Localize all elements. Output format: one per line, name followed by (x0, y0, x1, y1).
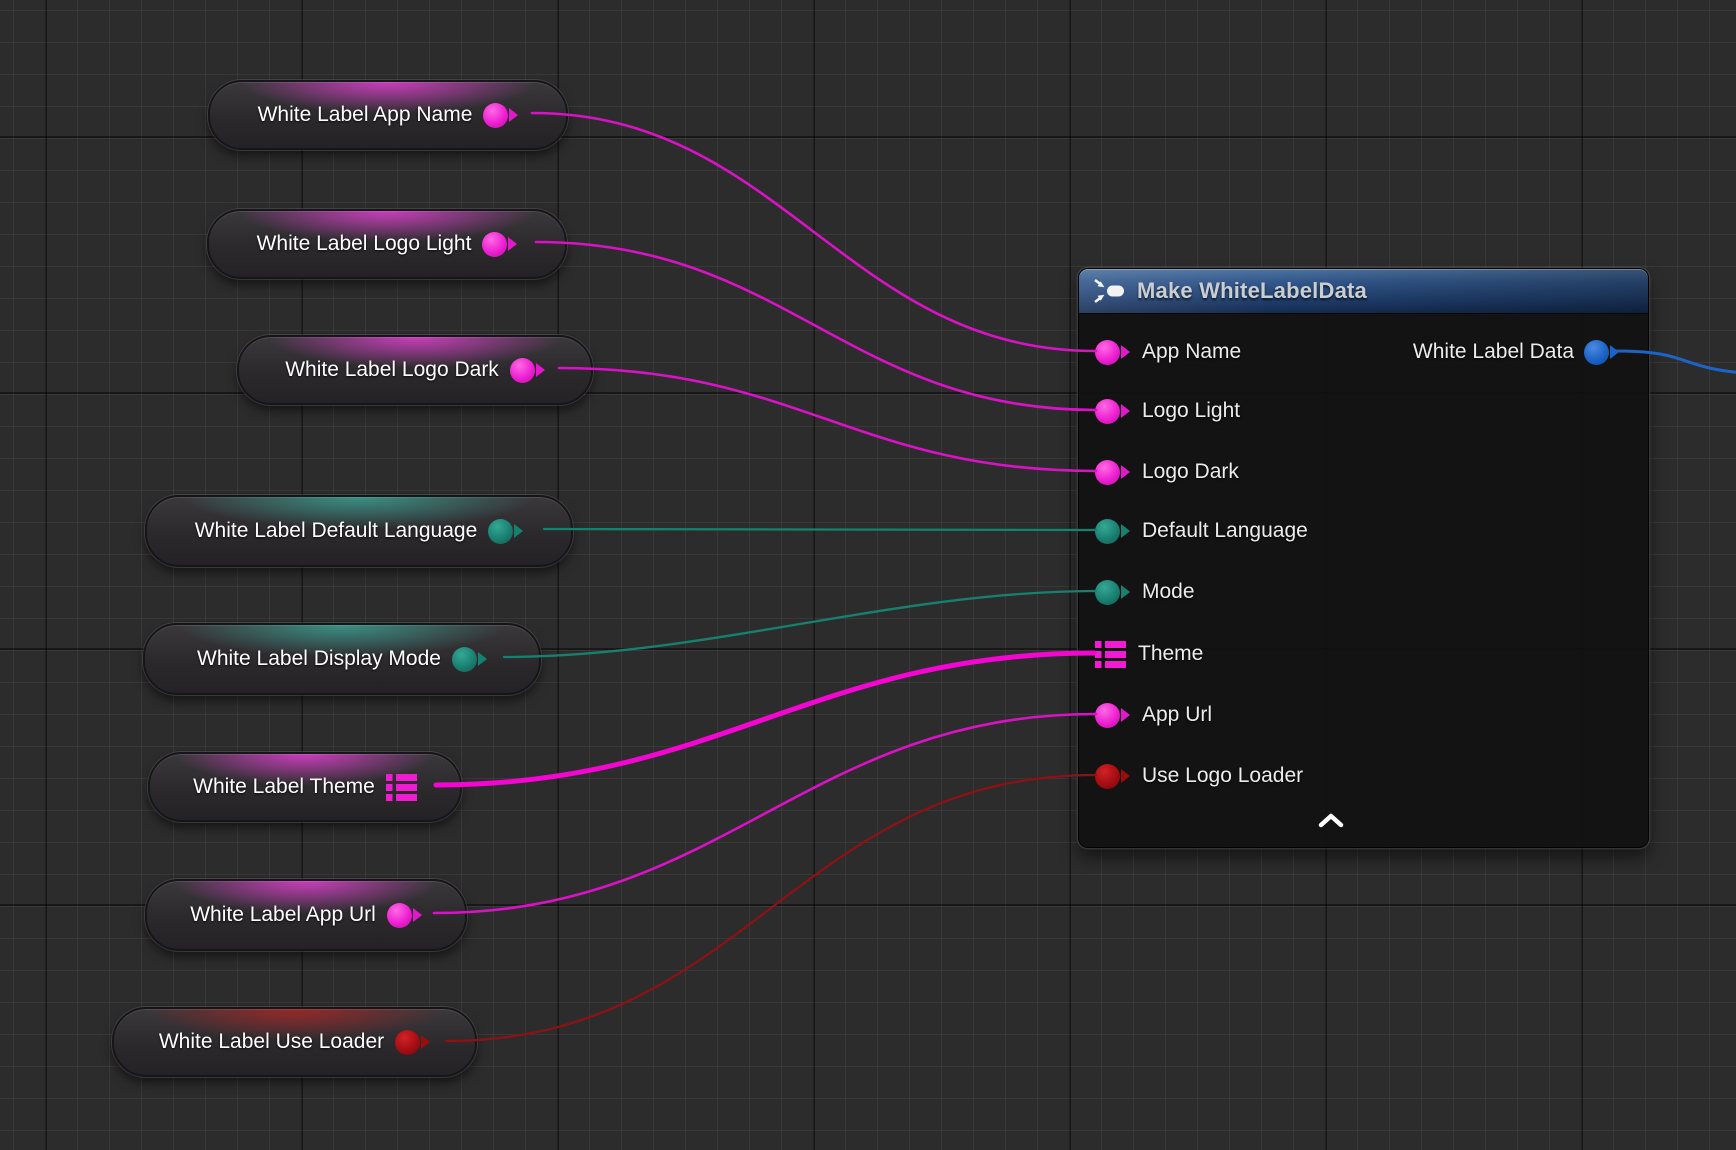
input-pin-row-theme[interactable]: Theme (1095, 640, 1203, 668)
var-node-white-label-app-name[interactable]: White Label App Name (208, 80, 568, 150)
var-node-white-label-logo-dark[interactable]: White Label Logo Dark (237, 335, 593, 405)
var-node-white-label-display-mode[interactable]: White Label Display Mode (143, 623, 541, 695)
var-node-label: White Label App Url (190, 903, 376, 927)
input-pin-row-app-name[interactable]: App Name (1095, 338, 1241, 366)
node-header[interactable]: Make WhiteLabelData (1079, 269, 1648, 313)
var-node-white-label-default-language[interactable]: White Label Default Language (145, 495, 573, 567)
enum-pin-icon[interactable] (1095, 519, 1130, 544)
struct-output-pin-icon[interactable] (1584, 340, 1619, 365)
wire-logo-light[interactable] (536, 242, 1096, 410)
var-node-label: White Label Logo Dark (285, 358, 499, 382)
input-pin-row-default-language[interactable]: Default Language (1095, 517, 1308, 545)
blueprint-graph-canvas[interactable]: Make WhiteLabelData App Name Logo Light … (0, 0, 1736, 1150)
pin-label: Logo Dark (1142, 460, 1239, 484)
string-pin-icon[interactable] (1095, 703, 1130, 728)
enum-pin-icon[interactable] (488, 519, 523, 544)
chevron-up-icon (1318, 812, 1344, 828)
struct-pin-icon[interactable] (386, 774, 417, 801)
enum-pin-icon[interactable] (1095, 580, 1130, 605)
var-node-label: White Label App Name (258, 103, 473, 127)
var-node-label: White Label Display Mode (197, 647, 441, 671)
pin-label: White Label Data (1413, 340, 1574, 364)
enum-pin-icon[interactable] (452, 647, 487, 672)
pin-label: App Name (1142, 340, 1241, 364)
input-pin-row-logo-dark[interactable]: Logo Dark (1095, 458, 1239, 486)
make-whitelabeldata-node[interactable]: Make WhiteLabelData App Name Logo Light … (1078, 268, 1649, 848)
var-node-label: White Label Default Language (195, 519, 478, 543)
struct-pin-icon[interactable] (1095, 641, 1126, 668)
boolean-pin-icon[interactable] (395, 1030, 430, 1055)
node-title: Make WhiteLabelData (1137, 278, 1367, 304)
var-node-label: White Label Theme (193, 775, 375, 799)
string-pin-icon[interactable] (1095, 399, 1130, 424)
var-node-label: White Label Logo Light (257, 232, 472, 256)
var-node-white-label-use-loader[interactable]: White Label Use Loader (112, 1007, 477, 1077)
pin-label: Theme (1138, 642, 1203, 666)
string-pin-icon[interactable] (483, 103, 518, 128)
make-struct-icon (1092, 277, 1126, 305)
pin-label: Logo Light (1142, 399, 1240, 423)
wire-use-loader[interactable] (446, 775, 1096, 1041)
string-pin-icon[interactable] (387, 903, 422, 928)
pin-label: Mode (1142, 580, 1195, 604)
input-pin-row-app-url[interactable]: App Url (1095, 701, 1212, 729)
var-node-white-label-theme[interactable]: White Label Theme (148, 752, 462, 822)
output-pin-row-white-label-data[interactable]: White Label Data (1413, 338, 1619, 366)
wire-display-mode[interactable] (504, 591, 1096, 657)
wire-app-url[interactable] (434, 714, 1096, 913)
string-pin-icon[interactable] (482, 232, 517, 257)
input-pin-row-use-logo-loader[interactable]: Use Logo Loader (1095, 762, 1303, 790)
var-node-label: White Label Use Loader (159, 1030, 384, 1054)
pin-label: Use Logo Loader (1142, 764, 1303, 788)
input-pin-row-mode[interactable]: Mode (1095, 578, 1195, 606)
collapse-pins-button[interactable] (1318, 812, 1344, 828)
string-pin-icon[interactable] (1095, 340, 1130, 365)
input-pin-row-logo-light[interactable]: Logo Light (1095, 397, 1240, 425)
wire-default-language[interactable] (544, 529, 1096, 530)
var-node-white-label-logo-light[interactable]: White Label Logo Light (207, 209, 567, 279)
string-pin-icon[interactable] (1095, 460, 1130, 485)
boolean-pin-icon[interactable] (1095, 764, 1130, 789)
wire-app-name[interactable] (532, 113, 1096, 351)
wire-logo-dark[interactable] (559, 368, 1096, 471)
pin-label: Default Language (1142, 519, 1308, 543)
var-node-white-label-app-url[interactable]: White Label App Url (145, 879, 467, 951)
pin-label: App Url (1142, 703, 1212, 727)
string-pin-icon[interactable] (510, 358, 545, 383)
